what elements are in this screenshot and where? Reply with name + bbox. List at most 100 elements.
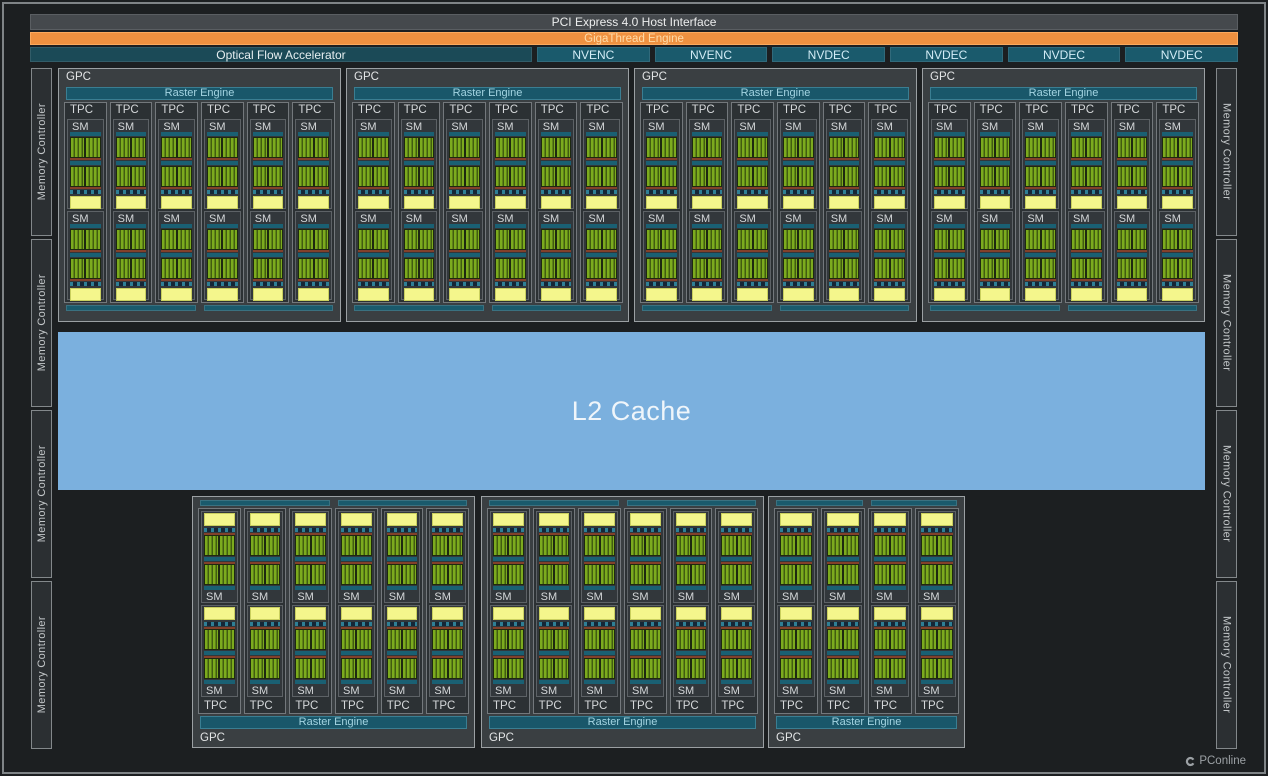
scheduler-strip xyxy=(646,161,677,165)
core-array-block xyxy=(737,257,769,279)
sm-label: SM xyxy=(586,685,603,697)
scheduler-strip xyxy=(780,586,812,590)
texture-unit-strip xyxy=(295,528,327,532)
sm-label: SM xyxy=(388,685,406,697)
tpc-label: TPC xyxy=(249,700,273,712)
core-array-half xyxy=(465,229,480,249)
tpc-label: TPC xyxy=(207,104,231,116)
core-array-half xyxy=(938,659,952,678)
core-array-half xyxy=(132,229,146,249)
core-array-half xyxy=(162,138,176,157)
core-array-half xyxy=(433,630,447,649)
core-array-block xyxy=(921,535,953,556)
sm-label: SM xyxy=(300,212,317,225)
red-strip xyxy=(252,249,284,252)
sm-block: SM xyxy=(355,119,392,209)
scheduler-strip xyxy=(1116,132,1148,136)
core-array-block xyxy=(630,658,661,679)
cache-block xyxy=(675,607,707,620)
core-array-half xyxy=(465,138,480,157)
sm-label: SM xyxy=(876,685,893,697)
sm-block: SM xyxy=(780,119,817,209)
core-array-half xyxy=(299,229,313,249)
core-array-half xyxy=(253,138,268,157)
core-array-block xyxy=(721,535,753,556)
sm-label: SM xyxy=(586,591,603,603)
core-array-half xyxy=(875,565,889,584)
cache-block xyxy=(827,513,859,526)
nvdec-bar: NVDEC xyxy=(1007,47,1121,62)
core-array-half xyxy=(220,630,234,649)
memory-controller-block: Memory Controller xyxy=(31,581,52,749)
sm-block: SM xyxy=(976,119,1014,209)
red-strip xyxy=(828,249,860,252)
cache-block xyxy=(827,607,859,620)
sm-block: SM xyxy=(1159,210,1197,301)
sm-block: SM xyxy=(1113,119,1151,209)
core-array-half xyxy=(116,138,131,157)
sm-block: SM xyxy=(292,605,330,697)
core-array-block xyxy=(827,658,859,679)
sm-label: SM xyxy=(209,121,226,133)
cache-block xyxy=(1116,287,1148,301)
sm-block: SM xyxy=(429,511,467,603)
core-array-half xyxy=(404,167,419,186)
core-array-half xyxy=(223,229,237,249)
core-array-half xyxy=(494,630,508,649)
core-array-block xyxy=(979,257,1011,279)
core-array-block xyxy=(403,137,435,158)
scheduler-strip xyxy=(295,680,327,684)
texture-unit-strip xyxy=(921,622,953,626)
core-array-half xyxy=(1178,258,1193,278)
tpc-row: TPC SM SM TPC SM SM TPC SM SM TPC SM SM TPC SM SM TPC SM… xyxy=(64,102,336,303)
core-array-half xyxy=(708,138,722,157)
red-strip xyxy=(737,249,769,252)
tpc-label: TPC xyxy=(874,700,897,712)
texture-unit-strip xyxy=(675,622,707,626)
sm-label: SM xyxy=(497,121,514,133)
core-array-half xyxy=(891,659,905,678)
scheduler-strip xyxy=(341,651,372,655)
scheduler-strip xyxy=(874,557,906,561)
texture-unit-strip xyxy=(432,528,464,532)
core-array-half xyxy=(722,565,736,584)
core-array-half xyxy=(935,229,949,249)
core-array-block xyxy=(449,166,481,187)
tpc-block: TPC SM SM xyxy=(489,102,532,303)
texture-unit-strip xyxy=(341,528,372,532)
core-array-half xyxy=(875,229,889,249)
core-array-half xyxy=(1026,258,1040,278)
watermark-text: PConline xyxy=(1199,755,1246,767)
sm-block: SM xyxy=(292,511,330,603)
red-strip xyxy=(207,249,238,252)
core-array-half xyxy=(781,659,795,678)
tpc-label: TPC xyxy=(1071,104,1095,116)
sm-block: SM xyxy=(583,210,621,301)
red-strip xyxy=(646,158,677,160)
core-array-half xyxy=(494,659,508,678)
core-array-half xyxy=(208,167,222,186)
tpc-label: TPC xyxy=(979,104,1003,116)
core-array-half xyxy=(357,565,371,584)
sm-block: SM xyxy=(688,119,726,209)
sm-block: SM xyxy=(583,119,621,209)
core-array-half xyxy=(737,536,752,555)
texture-unit-strip xyxy=(737,281,769,286)
cache-block xyxy=(737,287,769,301)
red-strip xyxy=(252,158,284,160)
core-array-block xyxy=(691,137,723,158)
core-array-block xyxy=(204,658,235,679)
core-array-block xyxy=(341,658,372,679)
core-array-block xyxy=(979,228,1011,250)
sm-block: SM xyxy=(490,605,527,697)
core-array-block xyxy=(358,257,389,279)
sm-label: SM xyxy=(360,212,377,225)
texture-unit-strip xyxy=(1116,281,1148,286)
core-array-half xyxy=(223,258,237,278)
texture-unit-strip xyxy=(828,281,860,286)
core-array-block xyxy=(1025,137,1057,158)
core-array-block xyxy=(249,629,281,650)
core-array-block xyxy=(783,228,814,250)
core-array-block xyxy=(386,658,418,679)
core-array-half xyxy=(557,167,571,186)
